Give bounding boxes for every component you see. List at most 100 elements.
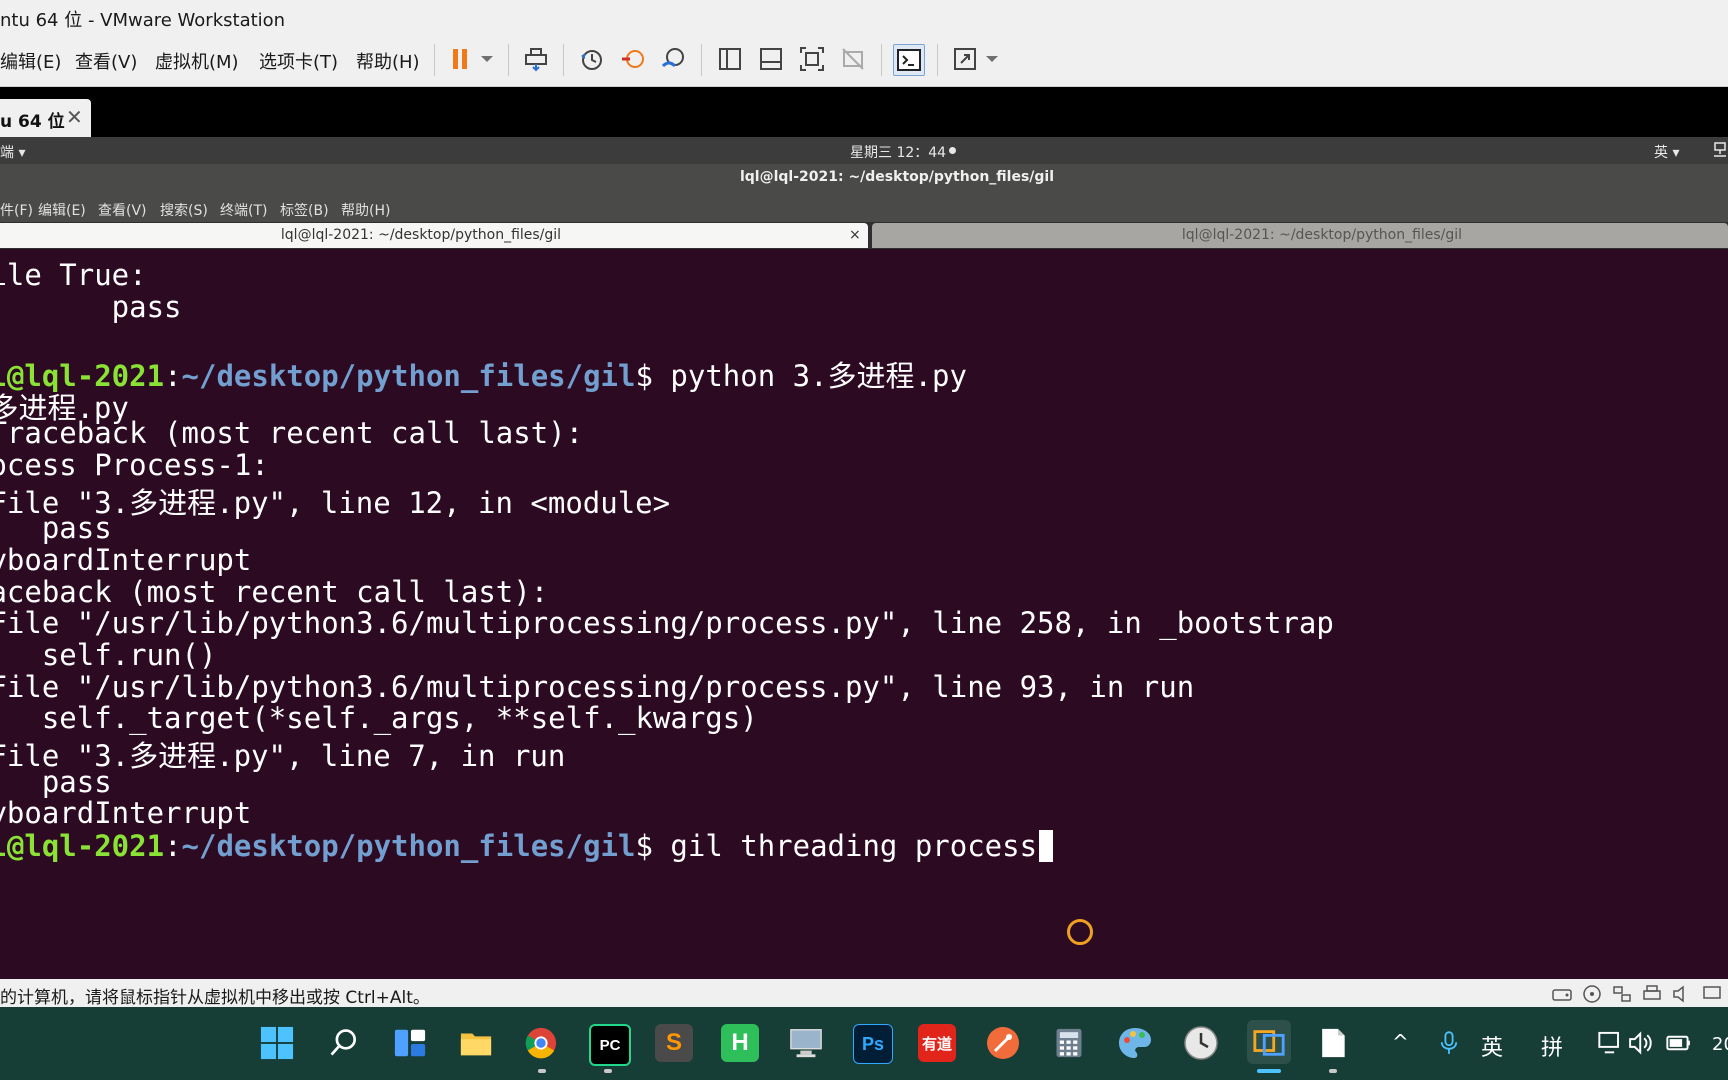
vmware-window-title: ntu 64 位 - VMware Workstation — [0, 10, 286, 31]
notepad-icon[interactable] — [1314, 1024, 1352, 1062]
full-screen-icon[interactable] — [797, 44, 827, 74]
text-cursor — [1039, 830, 1054, 862]
snapshot-icon[interactable] — [577, 44, 607, 74]
toolbar-separator — [563, 44, 564, 76]
hbuilder-icon[interactable]: H — [721, 1024, 759, 1062]
revert-snapshot-icon[interactable] — [618, 44, 648, 74]
network-adapter-icon[interactable] — [1611, 984, 1633, 1004]
output-line: pass — [41, 511, 112, 545]
notification-dot-icon — [949, 147, 956, 154]
prompt-line[interactable]: ql@lql-2021:~/desktop/python_files/gil$ … — [0, 829, 1054, 864]
output-line: raceback (most recent call last): — [0, 575, 549, 609]
console-view-icon[interactable] — [893, 44, 925, 76]
output-line: pass — [41, 765, 112, 799]
command-input[interactable]: gil threading process — [653, 829, 1037, 863]
toolbar-separator — [434, 44, 435, 76]
menu-view[interactable]: 查看(V) — [75, 48, 137, 74]
output-line: eyboardInterrupt — [0, 543, 252, 577]
running-indicator — [604, 1069, 612, 1073]
windows-start-icon[interactable] — [258, 1024, 296, 1062]
app-menu-label: 端 — [0, 145, 14, 161]
terminal-menu-file[interactable]: 件(F) — [0, 200, 33, 220]
prompt-user-host: ql@lql-2021 — [0, 829, 165, 863]
battery-icon[interactable] — [1660, 1024, 1698, 1062]
mouse-click-indicator-icon — [1067, 919, 1093, 945]
prompt-dollar: $ — [635, 829, 653, 863]
snapshot-manager-icon[interactable] — [659, 44, 689, 74]
thumbnail-view-icon[interactable] — [756, 44, 786, 74]
printer-icon[interactable] — [1641, 984, 1663, 1004]
output-line: self._target(*self._args, **self._kwargs… — [0, 701, 758, 735]
chevron-down-icon[interactable] — [979, 44, 1005, 74]
menu-vm[interactable]: 虚拟机(M) — [155, 48, 239, 74]
terminal-menu-edit[interactable]: 编辑(E) — [38, 200, 86, 220]
menu-help[interactable]: 帮助(H) — [356, 48, 420, 74]
output-line: File "3.多进程.py", line 12, in <module> — [0, 486, 671, 520]
pause-icon[interactable] — [445, 44, 475, 74]
panel-clock[interactable]: 星期三 12：44 — [850, 142, 946, 162]
vmware-tabstrip — [0, 87, 1728, 137]
terminal-menu-search[interactable]: 搜索(S) — [160, 200, 208, 220]
running-indicator — [1329, 1069, 1337, 1073]
sidebar-view-icon[interactable] — [715, 44, 745, 74]
hard-disk-icon[interactable] — [1551, 984, 1573, 1004]
terminal-menu-tabs[interactable]: 标签(B) — [280, 200, 329, 220]
toolbar-separator — [881, 44, 882, 76]
stretch-view-icon[interactable] — [950, 44, 980, 74]
search-icon[interactable] — [325, 1024, 363, 1062]
ime-language[interactable]: 英 — [1481, 1030, 1503, 1062]
terminal-tab-label: lql@lql-2021: ~/desktop/python_files/gil — [1181, 227, 1463, 243]
output-line: self.run() — [41, 638, 217, 672]
photoshop-icon[interactable]: Ps — [853, 1024, 893, 1064]
display-icon[interactable] — [1701, 984, 1723, 1004]
menu-tabs[interactable]: 选项卡(T) — [259, 48, 338, 74]
taskbar-clock[interactable]: 20 — [1712, 1034, 1728, 1055]
terminal-menu-view[interactable]: 查看(V) — [98, 200, 147, 220]
output-line: File "/usr/lib/python3.6/multiprocessing… — [0, 606, 1334, 640]
send-keys-icon[interactable] — [521, 44, 551, 74]
microphone-icon[interactable] — [1430, 1024, 1468, 1062]
chevron-down-icon[interactable] — [472, 44, 502, 74]
calculator-icon[interactable] — [1050, 1024, 1088, 1062]
menu-edit[interactable]: 编辑(E) — [0, 48, 61, 74]
youdao-icon[interactable]: 有道 — [918, 1024, 956, 1062]
terminal-menu-terminal[interactable]: 终端(T) — [220, 200, 267, 220]
toolbar-separator — [937, 44, 938, 76]
file-explorer-icon[interactable] — [457, 1024, 495, 1062]
output-line: File "3.多进程.py", line 7, in run — [0, 739, 566, 773]
vmware-taskbar-icon[interactable] — [1247, 1020, 1291, 1064]
cd-dvd-icon[interactable] — [1581, 984, 1603, 1004]
widgets-icon[interactable] — [391, 1024, 429, 1062]
pycharm-icon[interactable]: PC — [589, 1024, 631, 1066]
remote-desktop-icon[interactable] — [787, 1024, 825, 1062]
terminal-menu-help[interactable]: 帮助(H) — [341, 200, 390, 220]
output-line: pass — [111, 290, 182, 324]
clock-app-icon[interactable] — [1182, 1024, 1220, 1062]
status-message: 的计算机，请将鼠标指针从虚拟机中移出或按 Ctrl+Alt。 — [0, 988, 430, 1008]
chevron-up-icon[interactable]: ^ — [1392, 1030, 1409, 1054]
tab-close-icon[interactable]: × — [849, 227, 861, 243]
chrome-icon[interactable] — [522, 1024, 560, 1062]
toolbar-separator — [508, 44, 509, 76]
vm-tab-label: u 64 位 — [0, 112, 65, 132]
active-indicator — [1257, 1069, 1281, 1073]
unity-mode-icon[interactable] — [838, 44, 868, 74]
output-line: hile True: — [0, 258, 147, 292]
close-icon[interactable]: ✕ — [66, 105, 83, 129]
input-method-indicator[interactable]: 英 ▾ — [1654, 142, 1679, 162]
sound-icon[interactable] — [1671, 984, 1693, 1004]
caret-down-icon: ▾ — [1672, 145, 1680, 161]
network-icon[interactable] — [1712, 141, 1728, 159]
caret-down-icon: ▾ — [18, 145, 26, 161]
ime-mode[interactable]: 拼 — [1541, 1030, 1563, 1062]
sublime-text-icon[interactable]: S — [655, 1024, 693, 1062]
input-method-label: 英 — [1654, 145, 1668, 161]
prompt-line: ql@lql-2021:~/desktop/python_files/gil$ … — [0, 353, 967, 393]
paw-icon[interactable] — [984, 1024, 1022, 1062]
command-text: python 3.多进程.py — [652, 359, 967, 393]
volume-icon[interactable] — [1622, 1024, 1660, 1062]
paint-icon[interactable] — [1116, 1024, 1154, 1062]
terminal-output[interactable]: hile True: pass ql@lql-2021:~/desktop/py… — [0, 249, 1728, 979]
activities-app-menu[interactable]: 端 ▾ — [0, 142, 25, 162]
output-line: File "/usr/lib/python3.6/multiprocessing… — [0, 670, 1195, 704]
